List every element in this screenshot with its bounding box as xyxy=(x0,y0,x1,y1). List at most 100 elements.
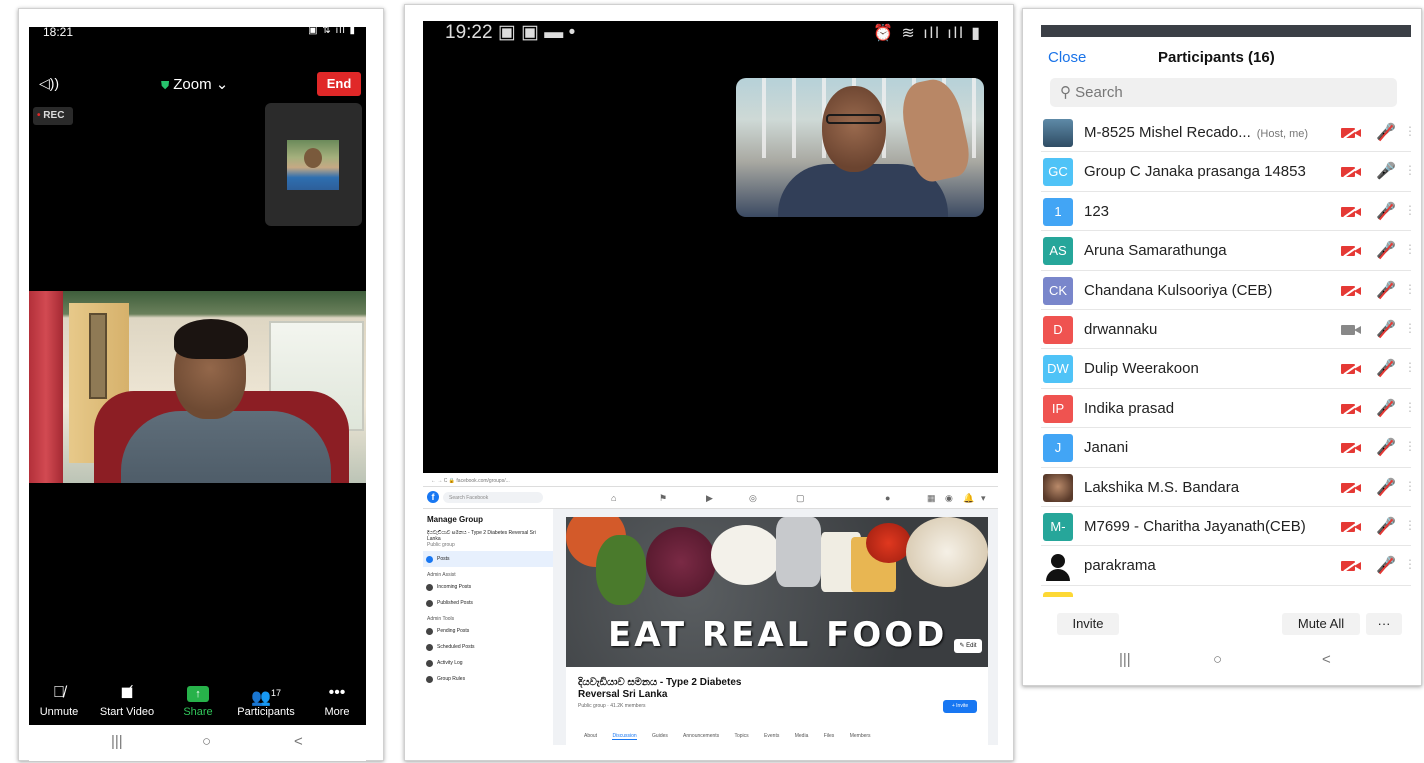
video-off-icon xyxy=(1341,479,1363,494)
tab-guides[interactable]: Guides xyxy=(652,733,668,739)
speaker-video-pip[interactable] xyxy=(736,78,984,217)
video-off-icon: ◼̸ xyxy=(120,684,134,701)
participant-row[interactable]: DW Dulip Weerakoon 🎤 ⋮ xyxy=(1041,349,1411,389)
mic-off-icon: 🎤 xyxy=(1376,122,1396,144)
tab-topics[interactable]: Topics xyxy=(734,733,748,739)
end-meeting-button[interactable]: End xyxy=(317,72,361,96)
home-icon[interactable]: ⌂ xyxy=(611,493,616,503)
home-button[interactable]: ○ xyxy=(1213,651,1222,668)
rec-dot-icon: • xyxy=(37,110,41,121)
participant-row[interactable]: parakrama 🎤 ⋮ xyxy=(1041,546,1411,586)
watch-icon[interactable]: ▶ xyxy=(706,493,713,504)
sidebar-item-published-posts[interactable]: Published Posts xyxy=(423,595,553,611)
participant-more-icon[interactable]: ⋮ xyxy=(1404,400,1411,414)
sidebar-item-pending-posts[interactable]: Pending Posts xyxy=(423,623,553,639)
group-tabs: About Discussion Guides Announcements To… xyxy=(584,733,885,740)
gaming-icon[interactable]: ▢ xyxy=(796,493,805,504)
sidebar-item-group-rules[interactable]: Group Rules xyxy=(423,671,553,687)
tab-members[interactable]: Members xyxy=(850,733,871,739)
participant-row[interactable]: J Janani 🎤 ⋮ xyxy=(1041,428,1411,468)
participant-row[interactable]: Ddrwannaku 🎤 ⋮ xyxy=(1041,310,1411,350)
participant-search-input[interactable]: ⚲ Search xyxy=(1050,78,1397,107)
participant-more-icon[interactable]: ⋮ xyxy=(1404,242,1411,256)
notifications-icon[interactable]: 🔔 xyxy=(963,493,974,504)
recent-apps-button[interactable]: ||| xyxy=(1119,651,1131,668)
facebook-search-input[interactable]: Search Facebook xyxy=(443,492,543,503)
participant-more-icon[interactable]: ⋮ xyxy=(1404,321,1411,335)
account-menu-icon[interactable]: ▾ xyxy=(981,493,986,504)
back-button[interactable]: < xyxy=(294,733,303,750)
mic-off-icon: 🎤 xyxy=(1376,280,1396,302)
tab-discussion[interactable]: Discussion xyxy=(612,733,637,740)
participant-more-icon[interactable]: ⋮ xyxy=(1404,518,1411,532)
tab-announcements[interactable]: Announcements xyxy=(683,733,719,739)
menu-grid-icon[interactable]: ▦ xyxy=(927,493,936,504)
sidebar-section-admin-assist: Admin Assist xyxy=(427,572,456,578)
participants-button[interactable]: 👥17 Participants xyxy=(236,683,296,718)
participant-more-icon[interactable]: ⋮ xyxy=(1404,439,1411,453)
mic-on-icon: 🎤 xyxy=(1376,163,1396,181)
participant-more-icon[interactable]: ⋮ xyxy=(1404,479,1411,493)
participant-more-icon[interactable]: ⋮ xyxy=(1404,124,1411,138)
facebook-top-nav: f Search Facebook ⌂ ⚑ ▶ ◎ ▢ ● ▦ ◉ 🔔 ▾ xyxy=(423,487,998,509)
edit-cover-button[interactable]: ✎ Edit xyxy=(954,639,982,653)
invite-button[interactable]: Invite xyxy=(1057,613,1119,635)
participant-row[interactable]: M- M7699 - Charitha Jayanath(CEB) 🎤 ⋮ xyxy=(1041,507,1411,547)
participants-footer: Invite Mute All ··· xyxy=(1041,609,1411,639)
participant-row[interactable]: Lakshika M.S. Bandara 🎤 ⋮ xyxy=(1041,468,1411,507)
video-off-icon xyxy=(1341,124,1363,140)
start-video-button[interactable]: ◼̸ Start Video xyxy=(97,683,157,718)
participant-more-icon[interactable]: ⋮ xyxy=(1404,203,1411,217)
back-button[interactable]: < xyxy=(1322,651,1331,668)
more-button[interactable]: ••• More xyxy=(307,683,366,718)
profile-avatar[interactable]: ● xyxy=(885,493,890,503)
participant-row[interactable]: IP Indika prasad 🎤 ⋮ xyxy=(1041,389,1411,429)
sidebar-item-posts[interactable]: Posts xyxy=(423,551,553,567)
participant-avatar: M- xyxy=(1043,512,1073,541)
tab-media[interactable]: Media xyxy=(795,733,809,739)
shield-icon: ⛊ xyxy=(161,80,170,92)
invite-button[interactable]: + Invite xyxy=(943,700,977,713)
participant-row[interactable]: GC Group C Janaka prasanga 14853 🎤 ⋮ xyxy=(1041,152,1411,192)
tab-files[interactable]: Files xyxy=(824,733,835,739)
group-summary[interactable]: දියවැඩියාව සමනය - Type 2 Diabetes Revers… xyxy=(423,527,553,551)
mic-off-icon: 🎤 xyxy=(1376,398,1396,420)
participant-row[interactable]: 1 123 🎤 ⋮ xyxy=(1041,192,1411,232)
share-button[interactable]: ↑ Share xyxy=(168,683,228,718)
participant-row[interactable] xyxy=(1041,586,1411,597)
recent-apps-button[interactable]: ||| xyxy=(111,733,123,750)
tab-about[interactable]: About xyxy=(584,733,597,739)
unmute-button[interactable]: 🎙̸ Unmute xyxy=(29,683,89,718)
self-video-thumbnail xyxy=(287,140,339,190)
close-button[interactable]: Close xyxy=(1048,49,1086,66)
groups-icon[interactable]: ◎ xyxy=(749,493,757,504)
tab-events[interactable]: Events xyxy=(764,733,779,739)
search-icon: ⚲ xyxy=(1060,84,1071,101)
mute-all-button[interactable]: Mute All xyxy=(1282,613,1360,635)
home-button[interactable]: ○ xyxy=(202,733,211,750)
more-options-button[interactable]: ··· xyxy=(1366,613,1402,635)
sidebar-item-activity-log[interactable]: Activity Log xyxy=(423,655,553,671)
facebook-logo-icon[interactable]: f xyxy=(427,491,439,503)
browser-address-bar[interactable]: ← → C 🔒 facebook.com/groups/... xyxy=(423,475,998,487)
mic-off-icon: 🎤 xyxy=(1376,358,1396,380)
participant-more-icon[interactable]: ⋮ xyxy=(1404,282,1411,296)
participant-more-icon[interactable]: ⋮ xyxy=(1404,163,1411,177)
participant-row[interactable]: CK Chandana Kulsooriya (CEB) 🎤 ⋮ xyxy=(1041,271,1411,310)
participant-more-icon[interactable]: ⋮ xyxy=(1404,557,1411,571)
participant-more-icon[interactable]: ⋮ xyxy=(1404,360,1411,374)
mic-off-icon: 🎤 xyxy=(1376,240,1396,262)
pages-icon[interactable]: ⚑ xyxy=(659,493,667,504)
messenger-icon[interactable]: ◉ xyxy=(945,493,953,504)
meeting-toolbar: 🎙̸ Unmute ◼̸ Start Video ↑ Share 👥17 Par… xyxy=(29,683,366,725)
participant-row[interactable]: AS Aruna Samarathunga 🎤 ⋮ xyxy=(1041,231,1411,271)
meeting-title[interactable]: ⛊ Zoom ⌄ xyxy=(161,75,228,93)
speaker-icon[interactable]: ◁)) xyxy=(39,75,59,92)
active-speaker-video xyxy=(29,291,366,483)
participant-row[interactable]: M-8525 Mishel Recado...(Host, me) 🎤 ⋮ xyxy=(1041,113,1411,153)
mic-off-icon: 🎤 xyxy=(1376,477,1396,499)
video-off-icon xyxy=(1341,203,1363,218)
self-video-tile[interactable] xyxy=(265,103,362,226)
sidebar-item-incoming-posts[interactable]: Incoming Posts xyxy=(423,579,553,595)
sidebar-item-scheduled-posts[interactable]: Scheduled Posts xyxy=(423,639,553,655)
